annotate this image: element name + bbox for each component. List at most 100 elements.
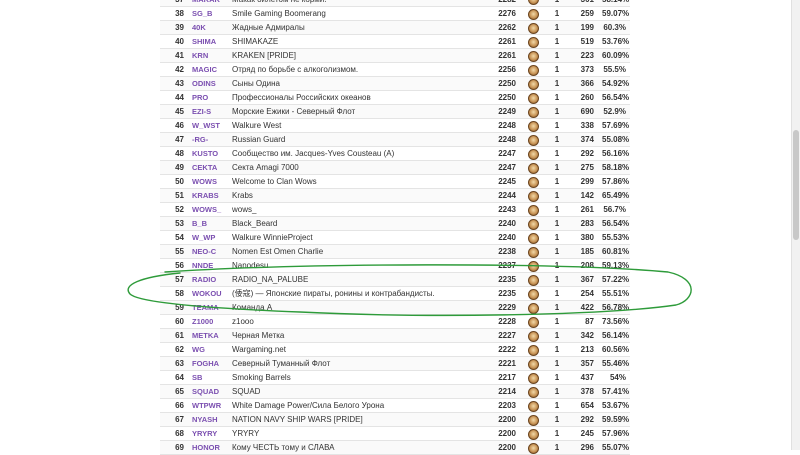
page-scrollbar[interactable] [791,0,800,450]
clan-tag-link[interactable]: RADIO [188,272,228,288]
table-row[interactable]: 57 RADIO RADIO_NA_PALUBE 2235 1 367 57.22% [160,272,630,288]
clan-tag-link[interactable]: KRABS [188,188,228,204]
clan-tag-link[interactable]: METKA [188,328,228,344]
clan-tag-link[interactable]: NNDE [188,258,228,274]
league-cell: 1 [546,384,568,400]
clan-tag-link[interactable]: W_WST [188,118,228,134]
table-row[interactable]: 53 B_B Black_Beard 2240 1 283 56.54% [160,216,630,232]
table-row[interactable]: 50 WOWS Welcome to Clan Wows 2245 1 299 57.86% [160,174,630,190]
clan-tag-link[interactable]: -RG- [188,132,228,148]
rank-cell: 57 [160,272,188,288]
league-badge-icon [527,162,539,174]
rating-cell: 2248 [476,118,520,134]
clan-tag-link[interactable]: PRO [188,90,228,106]
league-cell: 1 [546,272,568,288]
table-row[interactable]: 62 WG Wargaming.net 2222 1 213 60.56% [160,342,630,358]
winrate-cell: 55.08% [598,132,630,148]
battles-cell: 437 [568,370,598,386]
table-row[interactable]: 59 TEAMA Команда А 2229 1 422 56.78% [160,300,630,316]
clan-tag-link[interactable]: SQUAD [188,384,228,400]
league-badge-icon [527,386,539,398]
rank-cell: 64 [160,370,188,386]
table-row[interactable]: 41 KRN KRAKEN [PRIDE] 2261 1 223 60.09% [160,48,630,64]
table-row[interactable]: 49 CEKTA Секта Amagi 7000 2247 1 275 58.18% [160,160,630,176]
clan-tag-link[interactable]: TEAMA [188,300,228,316]
table-row[interactable]: 39 40K Жадные Адмиралы 2262 1 199 60.3% [160,20,630,36]
table-row[interactable]: 68 YRYRY YRYRY 2200 1 245 57.96% [160,426,630,442]
table-row[interactable]: 46 W_WST Walkure West 2248 1 338 57.69% [160,118,630,134]
clan-tag-link[interactable]: HONOR [188,440,228,455]
rank-cell: 52 [160,202,188,218]
league-cell: 1 [546,342,568,358]
rank-cell: 65 [160,384,188,400]
table-row[interactable]: 47 -RG- Russian Guard 2248 1 374 55.08% [160,132,630,148]
league-badge-icon [520,314,546,330]
clan-tag-link[interactable]: Z1000 [188,314,228,330]
rating-cell: 2250 [476,76,520,92]
table-row[interactable]: 37MAKAKМакак билетом не корми!2282 130158… [160,0,630,8]
scrollbar-thumb[interactable] [793,130,799,240]
clan-tag-link[interactable]: MAKAK [188,0,228,8]
table-row[interactable]: 58 WOKOU (倭寇) — Японские пираты, ронины и … [160,286,630,302]
ranking-rows: 37MAKAKМакак билетом не корми!2282130158… [160,0,630,455]
table-row[interactable]: 60 Z1000 z1ooo 2228 1 87 73.56% [160,314,630,330]
clan-tag-link[interactable]: ODINS [188,76,228,92]
table-row[interactable]: 43 ODINS Сыны Одина 2250 1 366 54.92% [160,76,630,92]
table-row[interactable]: 42 MAGIC Отряд по борьбе с алкоголизмом. 22… [160,62,630,78]
clan-tag-link[interactable]: EZI-S [188,104,228,120]
clan-tag-link[interactable]: WOWS [188,174,228,190]
clan-tag-link[interactable]: B_B [188,216,228,232]
league-cell: 1 [546,356,568,372]
clan-tag-link[interactable]: WOWS_ [188,202,228,218]
league-badge-icon [527,232,539,244]
rank-cell: 62 [160,342,188,358]
table-row[interactable]: 66 WTPWR White Damage Power/Сила Белого Ур… [160,398,630,414]
table-row[interactable]: 44 PRO Профессионалы Российских океанов 225… [160,90,630,106]
table-row[interactable]: 52 WOWS_ wows_ 2243 1 261 56.7% [160,202,630,218]
winrate-cell: 55.53% [598,230,630,246]
clan-tag-link[interactable]: SHIMA [188,34,228,50]
clan-tag-link[interactable]: KRN [188,48,228,64]
table-row[interactable]: 51 KRABS Krabs 2244 1 142 65.49% [160,188,630,204]
table-row[interactable]: 45 EZI-S Морские Ежики - Северный Флот 2249… [160,104,630,120]
clan-tag-link[interactable]: MAGIC [188,62,228,78]
clan-name: KRAKEN [PRIDE] [228,48,476,64]
league-badge-icon [520,370,546,386]
clan-tag-link[interactable]: CEKTA [188,160,228,176]
table-row[interactable]: 65 SQUAD SQUAD 2214 1 378 57.41% [160,384,630,400]
battles-cell: 519 [568,34,598,50]
clan-name: Wargaming.net [228,342,476,358]
clan-tag-link[interactable]: 40K [188,20,228,36]
rank-cell: 40 [160,34,188,50]
clan-tag-link[interactable]: SG_B [188,6,228,22]
clan-tag-link[interactable]: WTPWR [188,398,228,414]
winrate-cell: 55.46% [598,356,630,372]
clan-tag-link[interactable]: WG [188,342,228,358]
table-row[interactable]: 56 NNDE Nanodesu 2237 1 208 59.13% [160,258,630,274]
rating-cell: 2203 [476,398,520,414]
clan-tag-link[interactable]: FOGHA [188,356,228,372]
clan-tag-link[interactable]: KUSTO [188,146,228,162]
table-row[interactable]: 64 SB Smoking Barrels 2217 1 437 54% [160,370,630,386]
clan-tag-link[interactable]: WOKOU [188,286,228,302]
rank-cell: 68 [160,426,188,442]
table-row[interactable]: 63 FOGHA Северный Туманный Флот 2221 1 357 55.… [160,356,630,372]
table-row[interactable]: 40 SHIMA SHIMAKAZE 2261 1 519 53.76% [160,34,630,50]
clan-name: Сообщество им. Jacques-Yves Cousteau (A) [228,146,476,162]
table-row[interactable]: 38 SG_B Smile Gaming Boomerang 2276 1 259 59.0… [160,6,630,22]
league-badge-icon [520,412,546,428]
table-row[interactable]: 61 METKA Черная Метка 2227 1 342 56.14% [160,328,630,344]
table-row[interactable]: 67 NYASH NATION NAVY SHIP WARS [PRIDE] 2200… [160,412,630,428]
clan-name: Nomen Est Omen Charlie [228,244,476,260]
table-row[interactable]: 48 KUSTO Сообщество им. Jacques-Yves Coust… [160,146,630,162]
table-row[interactable]: 69 HONOR Кому ЧЕСТЬ тому и СЛАВА 2200 1 296 55… [160,440,630,455]
clan-tag-link[interactable]: NYASH [188,412,228,428]
clan-tag-link[interactable]: NEO-C [188,244,228,260]
clan-tag-link[interactable]: W_WP [188,230,228,246]
clan-tag-link[interactable]: YRYRY [188,426,228,442]
winrate-cell: 65.49% [598,188,630,204]
table-row[interactable]: 55 NEO-C Nomen Est Omen Charlie 2238 1 185 60.… [160,244,630,260]
league-cell: 1 [546,104,568,120]
clan-tag-link[interactable]: SB [188,370,228,386]
table-row[interactable]: 54 W_WP Walkure WinnieProject 2240 1 380 55.53… [160,230,630,246]
